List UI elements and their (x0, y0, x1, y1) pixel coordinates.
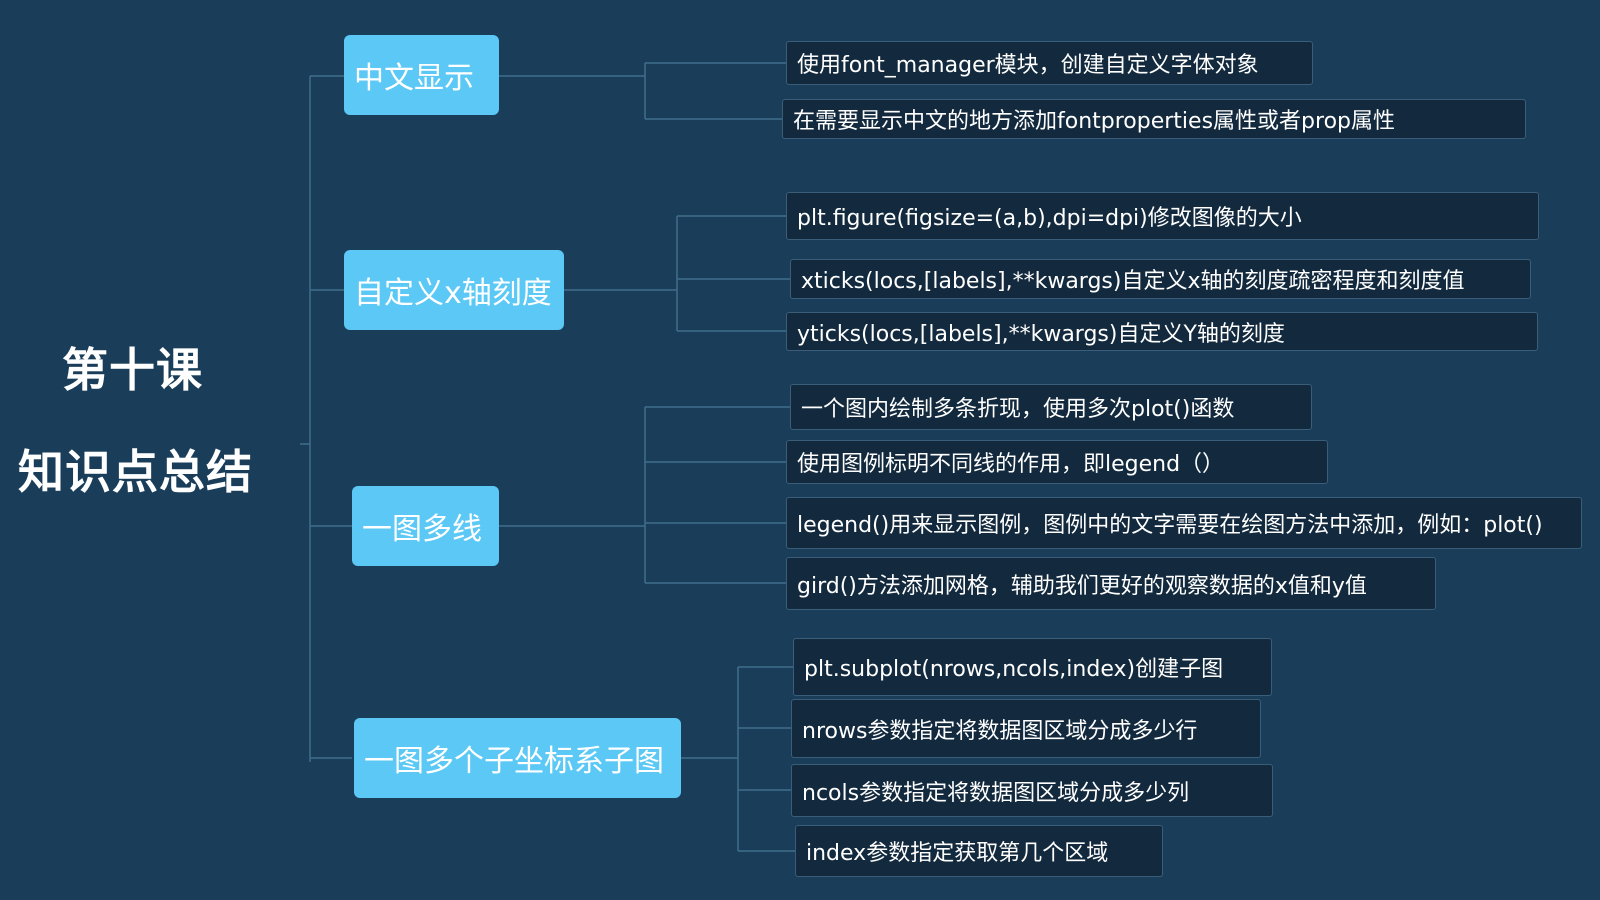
leaf-custom-x-ticks-2[interactable]: xticks(locs,[labels],**kwargs)自定义x轴的刻度疏密… (790, 259, 1531, 299)
branch-multi-line[interactable]: 一图多线 (352, 486, 499, 566)
leaf-chinese-display-2[interactable]: 在需要显示中文的地方添加fontproperties属性或者prop属性 (782, 99, 1526, 139)
root-subtitle: 知识点总结 (18, 445, 253, 499)
leaf-multi-line-1[interactable]: 一个图内绘制多条折现，使用多次plot()函数 (790, 384, 1312, 430)
leaf-subplots-4[interactable]: index参数指定获取第几个区域 (795, 825, 1163, 877)
leaf-chinese-display-1[interactable]: 使用font_manager模块，创建自定义字体对象 (786, 41, 1313, 85)
branch-custom-x-ticks[interactable]: 自定义x轴刻度 (344, 250, 564, 330)
leaf-multi-line-3[interactable]: legend()用来显示图例，图例中的文字需要在绘图方法中添加，例如：plot(… (786, 497, 1582, 549)
leaf-custom-x-ticks-1[interactable]: plt.figure(figsize=(a,b),dpi=dpi)修改图像的大小 (786, 192, 1539, 240)
leaf-multi-line-4[interactable]: gird()方法添加网格，辅助我们更好的观察数据的x值和y值 (786, 557, 1436, 610)
leaf-subplots-2[interactable]: nrows参数指定将数据图区域分成多少行 (791, 699, 1261, 758)
leaf-multi-line-2[interactable]: 使用图例标明不同线的作用，即legend（） (786, 440, 1328, 484)
leaf-custom-x-ticks-3[interactable]: yticks(locs,[labels],**kwargs)自定义Y轴的刻度 (786, 312, 1538, 351)
mind-map: 第十课 知识点总结 中文显示 使用font_manager模块，创建自定义字体对… (0, 0, 1600, 900)
branch-subplots[interactable]: 一图多个子坐标系子图 (354, 718, 681, 798)
branch-chinese-display[interactable]: 中文显示 (344, 35, 499, 115)
leaf-subplots-3[interactable]: ncols参数指定将数据图区域分成多少列 (791, 764, 1273, 817)
leaf-subplots-1[interactable]: plt.subplot(nrows,ncols,index)创建子图 (793, 638, 1272, 696)
root-title: 第十课 (62, 343, 203, 397)
